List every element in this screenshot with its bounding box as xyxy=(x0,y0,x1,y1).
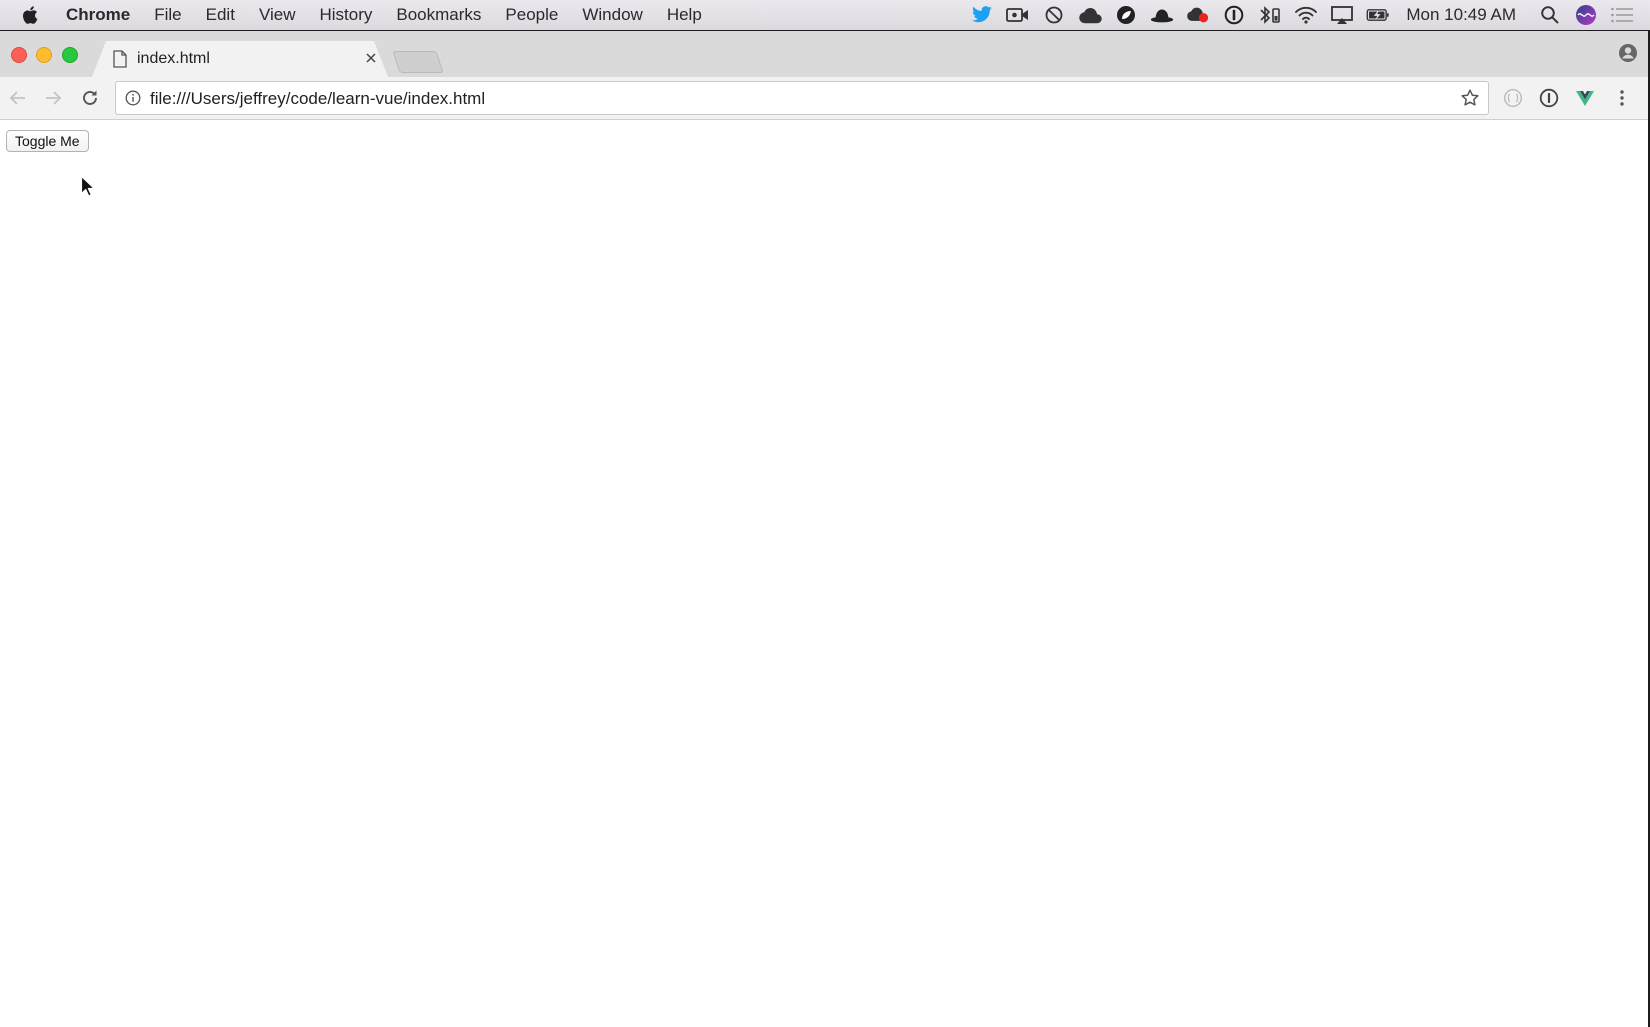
1password-extension-icon[interactable] xyxy=(1539,88,1559,108)
menu-people[interactable]: People xyxy=(493,5,570,25)
leaf-icon[interactable] xyxy=(1114,5,1138,25)
reload-icon[interactable] xyxy=(80,88,100,108)
tab-strip: index.html xyxy=(0,31,1648,77)
info-icon[interactable] xyxy=(125,90,141,106)
browser-toolbar: file:///Users/jeffrey/code/learn-vue/ind… xyxy=(0,77,1648,120)
new-tab-button[interactable] xyxy=(392,51,444,73)
status-icons: Mon 10:49 AM xyxy=(964,0,1650,30)
notification-center-icon[interactable] xyxy=(1610,5,1634,25)
battery-charging-icon[interactable] xyxy=(1366,5,1390,25)
close-window-button[interactable] xyxy=(11,47,27,63)
siri-icon[interactable] xyxy=(1574,5,1598,25)
browser-window: index.html file:///Users/jeffrey/code/le… xyxy=(0,31,1650,1027)
url-text[interactable]: file:///Users/jeffrey/code/learn-vue/ind… xyxy=(150,89,485,109)
airplay-icon[interactable] xyxy=(1330,5,1354,25)
extension-icon[interactable] xyxy=(1503,88,1523,108)
document-icon xyxy=(113,50,127,68)
toggle-button[interactable]: Toggle Me xyxy=(6,130,89,152)
tab-title: index.html xyxy=(137,50,210,67)
minimize-window-button[interactable] xyxy=(36,47,52,63)
creative-cloud-icon[interactable] xyxy=(1186,5,1210,25)
forward-arrow-icon[interactable] xyxy=(43,88,63,108)
back-arrow-icon[interactable] xyxy=(8,88,28,108)
1password-icon[interactable] xyxy=(1222,5,1246,25)
twitter-icon[interactable] xyxy=(970,5,994,25)
zoom-window-button[interactable] xyxy=(62,47,78,63)
menu-bookmarks[interactable]: Bookmarks xyxy=(384,5,493,25)
menu-help[interactable]: Help xyxy=(655,5,714,25)
vue-devtools-icon[interactable] xyxy=(1575,88,1595,108)
address-bar[interactable]: file:///Users/jeffrey/code/learn-vue/ind… xyxy=(115,81,1489,115)
menu-bar: Chrome File Edit View History Bookmarks … xyxy=(0,0,1650,30)
menu-app-chrome[interactable]: Chrome xyxy=(56,5,142,25)
menu-history[interactable]: History xyxy=(307,5,384,25)
video-camera-icon[interactable] xyxy=(1006,5,1030,25)
cloud-icon[interactable] xyxy=(1078,5,1103,25)
mouse-pointer-icon xyxy=(80,175,95,197)
close-tab-icon[interactable] xyxy=(364,51,378,65)
bookmark-star-icon[interactable] xyxy=(1460,88,1480,108)
menu-view[interactable]: View xyxy=(247,5,308,25)
spotlight-search-icon[interactable] xyxy=(1538,5,1562,25)
menu-window[interactable]: Window xyxy=(570,5,654,25)
menu-edit[interactable]: Edit xyxy=(194,5,247,25)
apple-icon[interactable] xyxy=(20,4,42,26)
wifi-icon[interactable] xyxy=(1294,5,1318,25)
menubar-clock[interactable]: Mon 10:49 AM xyxy=(1406,5,1516,25)
profile-icon[interactable] xyxy=(1618,43,1638,63)
tab-index-html[interactable]: index.html xyxy=(92,41,388,77)
menu-file[interactable]: File xyxy=(142,5,193,25)
page-content: Toggle Me xyxy=(0,120,1648,1027)
more-menu-icon[interactable] xyxy=(1612,88,1632,108)
bluetooth-battery-icon[interactable] xyxy=(1258,5,1282,25)
do-not-disturb-icon[interactable] xyxy=(1042,5,1066,25)
bowler-hat-icon[interactable] xyxy=(1150,5,1174,25)
